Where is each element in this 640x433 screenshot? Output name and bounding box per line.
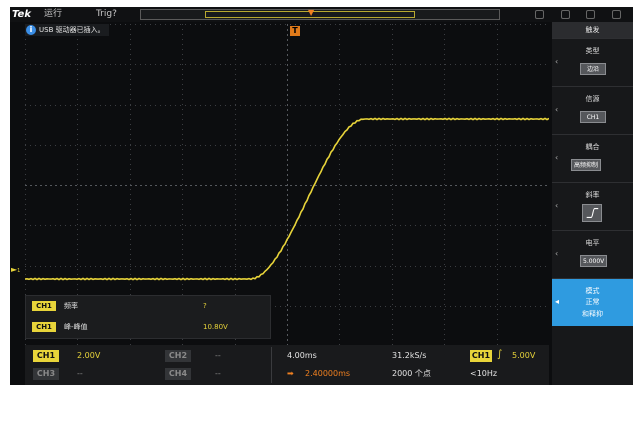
mode-holdoff: 和释抑 — [582, 310, 603, 318]
trigger-frequency-readout: <10Hz — [470, 369, 498, 378]
ch3-scale: -- — [77, 369, 83, 378]
menu-item-label: 耦合 — [585, 143, 600, 151]
ch4-scale: -- — [215, 369, 221, 378]
trigger-position-marker[interactable]: T — [290, 26, 300, 36]
menu-item-value: CH1 — [580, 111, 606, 123]
ch2-scale: -- — [215, 351, 221, 360]
ch2-button[interactable]: CH2 — [165, 350, 191, 362]
ch1-marker-label: 1 — [17, 268, 21, 274]
sample-rate-readout: 31.2kS/s — [392, 351, 427, 360]
ch1-ground-marker[interactable]: ►1 — [11, 265, 20, 276]
oscilloscope-screen: Tek 运行 Trig? ▼ i USB 驱动器已插入。 T ►1 CH1 频率… — [10, 7, 633, 385]
ch1-scale[interactable]: 2.00V — [77, 350, 100, 362]
menu-item-level[interactable]: ‹ 电平 5.000V — [552, 230, 633, 278]
menu-item-value: 高频抑制 — [571, 159, 602, 171]
menu-item-coupling[interactable]: ‹ 耦合 高频抑制 — [552, 134, 633, 182]
menu-item-slope[interactable]: ‹ 斜率 — [552, 182, 633, 230]
trigger-level-readout[interactable]: 5.00V — [512, 350, 535, 362]
ch3-button[interactable]: CH3 — [33, 368, 59, 380]
mode-value: 正常 — [585, 298, 600, 306]
menu-item-label: 斜率 — [585, 191, 600, 199]
chevron-left-icon: ‹ — [555, 201, 559, 210]
side-menu-title: 触发 — [552, 22, 633, 38]
menu-item-mode[interactable]: ◂ 模式 正常 和释抑 — [552, 278, 633, 326]
measurement-name: 峰-峰值 — [64, 323, 88, 331]
timebase-readout[interactable]: 4.00ms — [287, 350, 317, 362]
measurement-name: 频率 — [64, 302, 78, 310]
horizontal-position-readout[interactable]: 2.40000ms — [305, 368, 350, 380]
bottom-status-bar: CH1 2.00V CH2 -- CH3 -- CH4 -- 4.00ms 31… — [25, 345, 549, 385]
info-icon: i — [26, 25, 36, 35]
acquisition-status[interactable]: 运行 — [44, 7, 62, 22]
usb-icon — [535, 10, 545, 19]
position-arrow-icon: ➡ — [287, 369, 294, 378]
notification-text: USB 驱动器已插入。 — [39, 26, 105, 34]
ch4-button[interactable]: CH4 — [165, 368, 191, 380]
trigger-source-badge[interactable]: CH1 — [470, 350, 492, 362]
measurement-panel: CH1 频率 ? CH1 峰-峰值 10.80V — [25, 295, 271, 339]
measurement-value: ? — [203, 302, 207, 310]
menu-item-label: 类型 — [585, 47, 600, 55]
menu-item-label: 模式 — [585, 287, 600, 295]
home-icon — [586, 10, 596, 19]
record-length-readout: 2000 个点 — [392, 369, 431, 378]
top-status-bar: Tek 运行 Trig? ▼ — [10, 7, 633, 22]
top-icon-group — [527, 8, 629, 21]
measurement-channel-badge: CH1 — [32, 322, 56, 332]
measurement-channel-badge: CH1 — [32, 301, 56, 311]
measurement-value: 10.80V — [203, 323, 228, 331]
menu-item-source[interactable]: ‹ 信源 CH1 — [552, 86, 633, 134]
menu-item-value: 5.000V — [580, 255, 608, 267]
menu-item-label: 电平 — [585, 239, 600, 247]
measurement-row[interactable]: CH1 频率 ? — [28, 299, 268, 313]
chevron-left-icon: ‹ — [555, 105, 559, 114]
brand-logo: Tek — [12, 9, 31, 20]
chevron-left-icon: ‹ — [555, 57, 559, 66]
menu-item-label: 信源 — [585, 95, 600, 103]
chevron-left-icon: ‹ — [555, 153, 559, 162]
ch1-button[interactable]: CH1 — [33, 350, 59, 362]
network-icon — [560, 10, 570, 19]
menu-item-type[interactable]: ‹ 类型 边沿 — [552, 38, 633, 86]
chevron-left-icon: ‹ — [555, 249, 559, 258]
rising-edge-icon — [582, 204, 602, 222]
menu-item-value: 边沿 — [580, 63, 606, 75]
measurement-row[interactable]: CH1 峰-峰值 10.80V — [28, 320, 268, 334]
notification-toast: i USB 驱动器已插入。 — [25, 24, 109, 36]
rising-edge-icon: ∫ — [497, 349, 503, 360]
bottom-divider — [271, 347, 272, 383]
power-icon — [611, 10, 621, 19]
trigger-side-menu: 触发 ‹ 类型 边沿 ‹ 信源 CH1 ‹ 耦合 高频抑制 ‹ 斜率 ‹ 电平 … — [552, 22, 633, 385]
record-trigger-marker-icon: ▼ — [308, 8, 315, 17]
trigger-status: Trig? — [96, 9, 117, 19]
